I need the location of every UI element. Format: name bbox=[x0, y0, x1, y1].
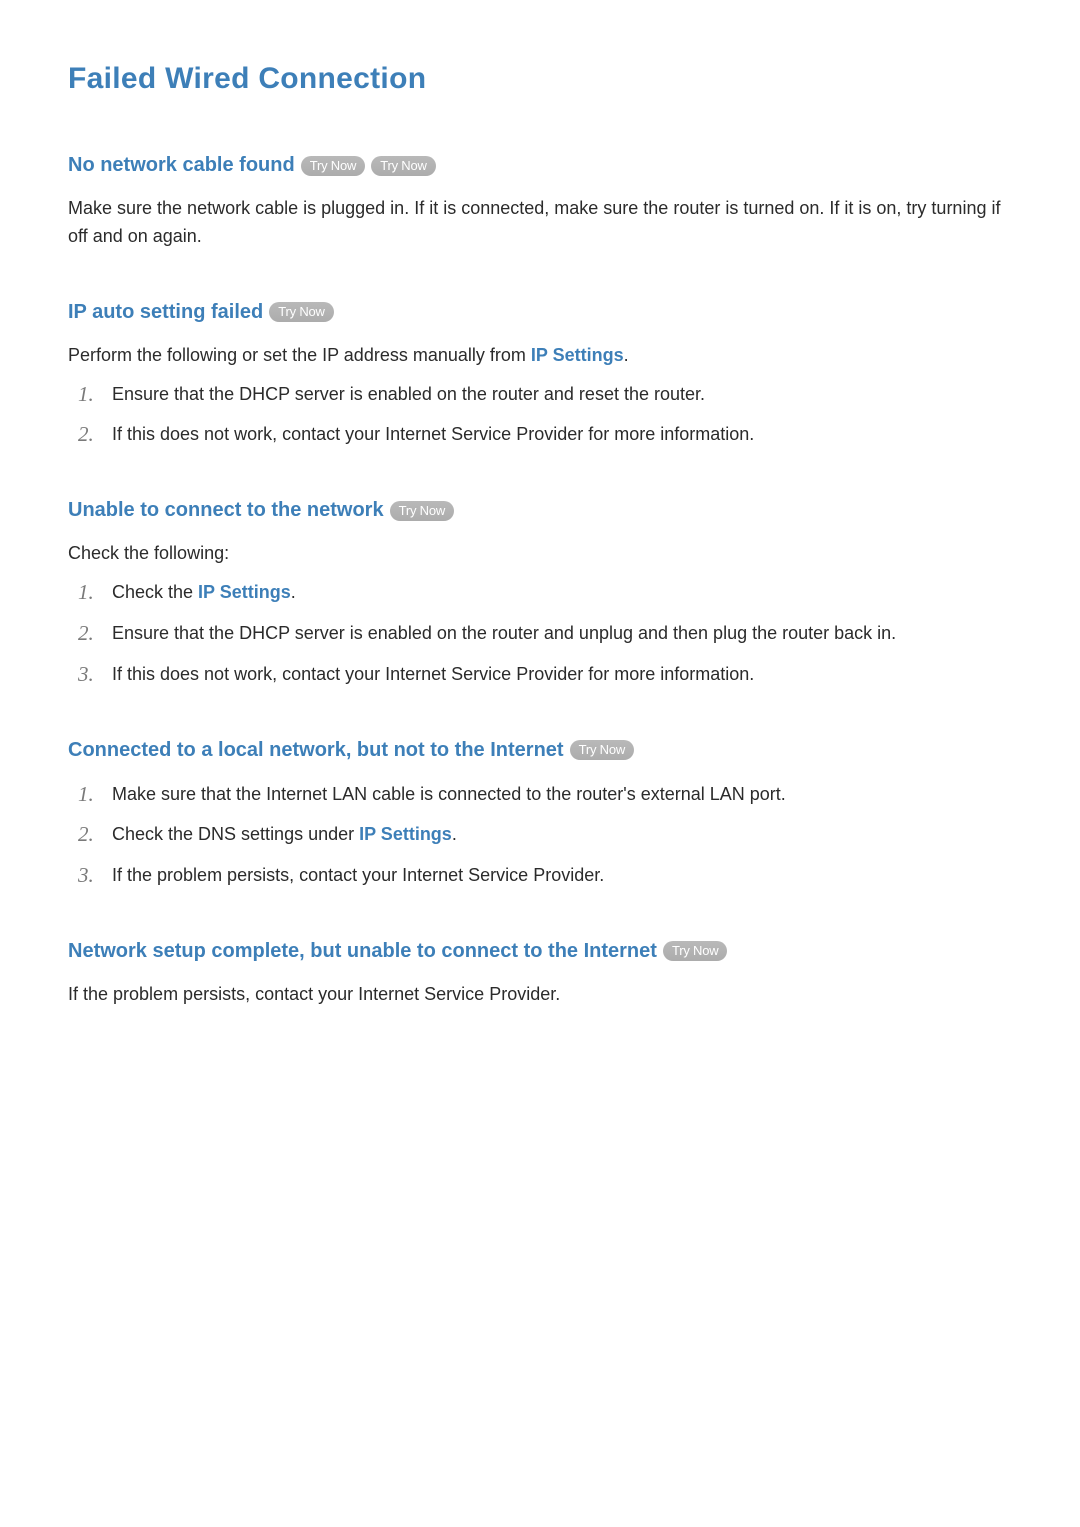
section-ip-auto-setting-failed: IP auto setting failed Try Now Perform t… bbox=[68, 301, 1012, 449]
item-before: Check the bbox=[112, 582, 198, 602]
section-heading-text: Unable to connect to the network bbox=[68, 499, 384, 522]
section-intro: Perform the following or set the IP addr… bbox=[68, 342, 1012, 370]
ordered-list: Make sure that the Internet LAN cable is… bbox=[68, 780, 1012, 890]
section-heading-text: Connected to a local network, but not to… bbox=[68, 739, 564, 762]
list-item: If this does not work, contact your Inte… bbox=[68, 420, 1012, 449]
section-no-network-cable: No network cable found Try Now Try Now M… bbox=[68, 154, 1012, 251]
list-item: If this does not work, contact your Inte… bbox=[68, 660, 1012, 689]
ip-settings-link[interactable]: IP Settings bbox=[198, 582, 291, 602]
section-body: If the problem persists, contact your In… bbox=[68, 981, 1012, 1009]
section-heading: No network cable found Try Now Try Now bbox=[68, 154, 1012, 177]
section-unable-to-connect: Unable to connect to the network Try Now… bbox=[68, 499, 1012, 688]
list-item: Check the IP Settings. bbox=[68, 578, 1012, 607]
try-now-button[interactable]: Try Now bbox=[570, 740, 635, 760]
ordered-list: Ensure that the DHCP server is enabled o… bbox=[68, 380, 1012, 450]
ordered-list: Check the IP Settings. Ensure that the D… bbox=[68, 578, 1012, 688]
try-now-button[interactable]: Try Now bbox=[269, 302, 334, 322]
section-heading: Unable to connect to the network Try Now bbox=[68, 499, 1012, 522]
section-heading-text: No network cable found bbox=[68, 154, 295, 177]
try-now-button[interactable]: Try Now bbox=[390, 501, 455, 521]
page-title: Failed Wired Connection bbox=[68, 62, 1012, 96]
section-connected-local-no-internet: Connected to a local network, but not to… bbox=[68, 739, 1012, 890]
section-heading: IP auto setting failed Try Now bbox=[68, 301, 1012, 324]
intro-after: . bbox=[624, 345, 629, 365]
section-heading-text: Network setup complete, but unable to co… bbox=[68, 940, 657, 963]
section-heading-text: IP auto setting failed bbox=[68, 301, 263, 324]
try-now-button[interactable]: Try Now bbox=[663, 941, 728, 961]
item-after: . bbox=[452, 824, 457, 844]
section-heading: Network setup complete, but unable to co… bbox=[68, 940, 1012, 963]
item-after: . bbox=[291, 582, 296, 602]
ip-settings-link[interactable]: IP Settings bbox=[531, 345, 624, 365]
try-now-button[interactable]: Try Now bbox=[371, 156, 436, 176]
section-heading: Connected to a local network, but not to… bbox=[68, 739, 1012, 762]
section-body: Make sure the network cable is plugged i… bbox=[68, 195, 1012, 251]
section-intro: Check the following: bbox=[68, 540, 1012, 568]
list-item: Make sure that the Internet LAN cable is… bbox=[68, 780, 1012, 809]
try-now-button[interactable]: Try Now bbox=[301, 156, 366, 176]
section-setup-complete-no-internet: Network setup complete, but unable to co… bbox=[68, 940, 1012, 1009]
list-item: Ensure that the DHCP server is enabled o… bbox=[68, 619, 1012, 648]
list-item: Ensure that the DHCP server is enabled o… bbox=[68, 380, 1012, 409]
list-item: Check the DNS settings under IP Settings… bbox=[68, 820, 1012, 849]
intro-before: Perform the following or set the IP addr… bbox=[68, 345, 531, 365]
list-item: If the problem persists, contact your In… bbox=[68, 861, 1012, 890]
ip-settings-link[interactable]: IP Settings bbox=[359, 824, 452, 844]
item-before: Check the DNS settings under bbox=[112, 824, 359, 844]
